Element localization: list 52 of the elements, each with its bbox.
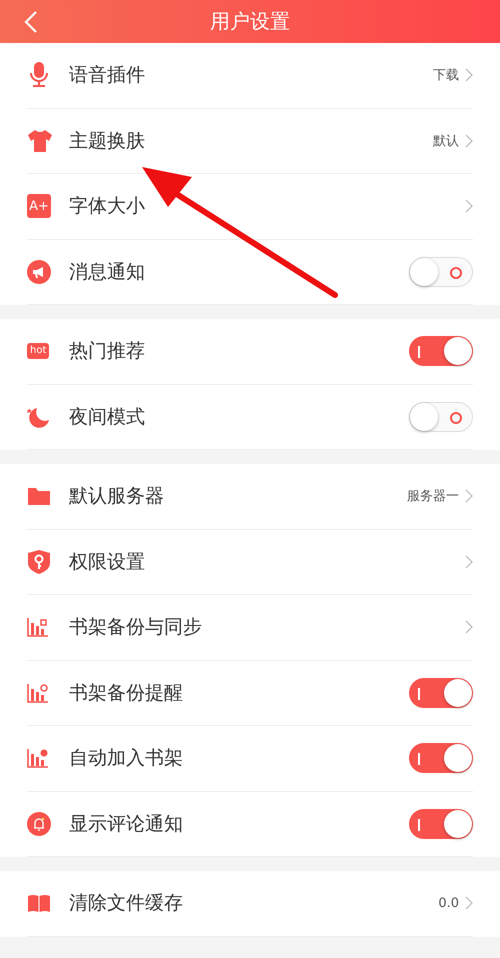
row-label: 权限设置 (69, 550, 145, 575)
bar-chart-icon (27, 617, 49, 638)
chevron-icon (465, 199, 473, 214)
row-label: 字体大小 (69, 194, 145, 220)
toggle-switch[interactable] (409, 743, 473, 774)
row-label: 语音插件 (69, 63, 145, 88)
row-label: 书架备份提醒 (69, 680, 183, 706)
chevron-icon (465, 134, 473, 148)
row-label: 书架备份与同步 (69, 615, 202, 640)
shield-key-icon (27, 548, 51, 575)
row-label: 消息通知 (69, 260, 145, 285)
folder-icon (27, 486, 51, 506)
font-size-icon: A+ (27, 194, 51, 218)
settings-row[interactable]: 清除文件缓存 0.0 (27, 871, 473, 936)
bar-chart-icon (27, 748, 49, 768)
row-label: 热门推荐 (69, 339, 145, 364)
hot-sign-icon: hot (27, 343, 50, 360)
settings-row[interactable]: 书架备份与同步 (27, 595, 473, 660)
chevron-icon (465, 489, 473, 504)
row-label: 夜间模式 (69, 404, 145, 430)
book-icon (27, 893, 51, 914)
settings-row[interactable]: 语音插件 下载 (27, 43, 473, 108)
row-label: 默认服务器 (69, 484, 164, 510)
settings-row[interactable]: 默认服务器 服务器一 (27, 464, 473, 530)
bell-icon (27, 812, 51, 836)
chevron-icon (465, 896, 473, 910)
chevron-icon (465, 68, 473, 82)
chevron-icon (465, 620, 473, 634)
shirt-icon (27, 128, 53, 153)
settings-row[interactable]: 权限设置 (27, 530, 473, 595)
row-value: 0.0 (438, 896, 459, 911)
row-label: 显示评论通知 (69, 812, 183, 837)
row-label: 清除文件缓存 (69, 891, 183, 916)
bar-chart-icon (27, 682, 49, 703)
settings-row[interactable]: hot 热门推荐 (27, 319, 473, 384)
settings-row[interactable]: 自动加入书架 (27, 726, 473, 792)
toggle-switch[interactable] (409, 678, 473, 708)
chevron-icon (465, 554, 473, 569)
toggle-switch[interactable] (409, 808, 473, 839)
settings-row[interactable]: 夜间模式 (27, 384, 473, 450)
row-value: 服务器一 (407, 488, 459, 506)
row-value: 默认 (433, 132, 459, 150)
settings-row[interactable]: 书架备份提醒 (27, 660, 473, 726)
row-label: 主题换肤 (69, 128, 145, 154)
microphone-icon (27, 61, 51, 90)
megaphone-icon (27, 260, 51, 284)
toggle-switch[interactable] (409, 336, 473, 366)
settings-row[interactable]: 消息通知 (27, 240, 473, 305)
row-label: 自动加入书架 (69, 746, 183, 772)
settings-row[interactable]: 显示评论通知 (27, 792, 473, 857)
page-title: 用户设置 (210, 8, 290, 35)
row-value: 下载 (433, 67, 459, 84)
